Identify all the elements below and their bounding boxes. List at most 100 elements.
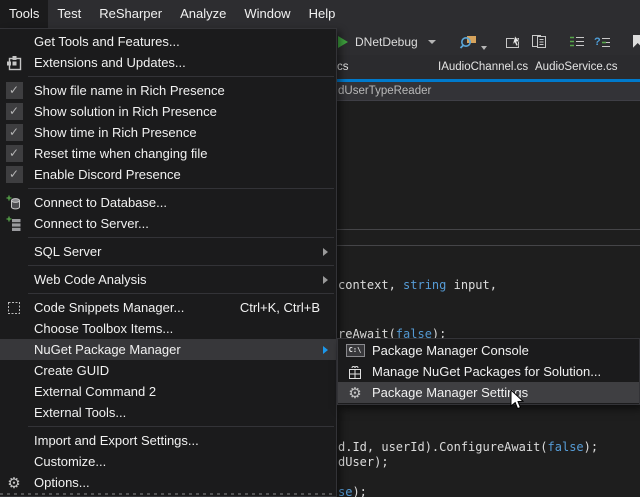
menubar-item-resharper[interactable]: ReSharper	[90, 0, 171, 28]
code-text: );	[584, 440, 598, 454]
tab-audioservice-cs[interactable]: AudioService.cs	[535, 55, 617, 79]
menu-separator	[28, 426, 334, 427]
code-text: );	[352, 485, 366, 497]
tab-iaudiochannel-cs[interactable]: IAudioChannel.cs	[438, 55, 528, 79]
menu-item-label: Show file name in Rich Presence	[28, 83, 336, 98]
menu-item-extensions-and-updates[interactable]: Extensions and Updates...	[0, 52, 336, 73]
menu-item-label: External Tools...	[28, 405, 336, 420]
menu-item-external-tools[interactable]: External Tools...	[0, 402, 336, 423]
mouse-cursor	[510, 390, 526, 412]
code-line: context, string input,	[338, 278, 497, 292]
menu-item-label: Get Tools and Features...	[28, 34, 336, 49]
submenu-item-manage-nuget-packages-for-solution[interactable]: Manage NuGet Packages for Solution...	[338, 361, 639, 382]
submenu-item-label: Manage NuGet Packages for Solution...	[372, 364, 601, 379]
toggle-bookmark-icon[interactable]	[633, 35, 640, 48]
run-icon[interactable]	[338, 36, 348, 48]
menu-bottom-edge	[0, 493, 334, 495]
menu-item-label: Show solution in Rich Presence	[28, 104, 336, 119]
menu-item-label: Show time in Rich Presence	[28, 125, 336, 140]
nuget-submenu: C:\Package Manager Console Manage NuGet P…	[337, 338, 640, 405]
menu-item-label: External Command 2	[28, 384, 336, 399]
code-divider	[337, 245, 640, 246]
visual-studio-window: ToolsTestReSharperAnalyzeWindowHelp DNet…	[0, 0, 640, 497]
menu-item-options[interactable]: ⚙Options...	[0, 472, 336, 493]
menubar: ToolsTestReSharperAnalyzeWindowHelp	[0, 0, 640, 28]
debug-target-select[interactable]: DNetDebug	[355, 35, 418, 49]
menu-icon-column	[0, 216, 28, 232]
submenu-icon-column: ⚙	[338, 385, 372, 401]
tab-cs[interactable]: cs	[337, 55, 349, 79]
menu-item-label: Choose Toolbox Items...	[28, 321, 336, 336]
menu-separator	[28, 76, 334, 77]
menu-item-code-snippets-manager[interactable]: Code Snippets Manager...Ctrl+K, Ctrl+B	[0, 297, 336, 318]
menu-item-sql-server[interactable]: SQL Server	[0, 241, 336, 262]
menu-icon-column: ✓	[0, 103, 28, 120]
connect-server-icon	[6, 216, 22, 232]
menubar-item-window[interactable]: Window	[235, 0, 299, 28]
menu-item-connect-to-database[interactable]: Connect to Database...	[0, 192, 336, 213]
code-keyword: false	[548, 440, 584, 454]
code-line: dUser);	[338, 455, 389, 469]
find-in-files-icon[interactable]	[459, 34, 477, 50]
code-keyword: se	[338, 485, 352, 497]
menu-item-label: Options...	[28, 475, 336, 490]
check-icon: ✓	[6, 124, 23, 141]
navigate-to-icon[interactable]	[505, 35, 523, 49]
code-text: dUser);	[338, 455, 389, 469]
menu-item-show-solution-in-rich-presence[interactable]: ✓Show solution in Rich Presence	[0, 101, 336, 122]
menu-separator	[28, 188, 334, 189]
menu-item-customize[interactable]: Customize...	[0, 451, 336, 472]
code-line: d.Id, userId).ConfigureAwait(false);	[338, 440, 598, 454]
gear-icon: ⚙	[348, 385, 361, 401]
menu-item-create-guid[interactable]: Create GUID	[0, 360, 336, 381]
menu-item-label: Web Code Analysis	[28, 272, 336, 287]
menu-icon-column	[0, 55, 28, 71]
snippets-icon	[6, 300, 22, 316]
submenu-arrow-icon	[323, 248, 328, 256]
svg-text:?: ?	[594, 36, 601, 48]
menu-item-enable-discord-presence[interactable]: ✓ Enable Discord Presence	[0, 164, 336, 185]
code-line: se);	[338, 485, 367, 497]
menubar-item-analyze[interactable]: Analyze	[171, 0, 235, 28]
check-icon: ✓	[6, 82, 23, 99]
submenu-item-package-manager-console[interactable]: C:\Package Manager Console	[338, 340, 639, 361]
submenu-item-label: Package Manager Console	[372, 343, 529, 358]
submenu-arrow-icon	[323, 276, 328, 284]
menu-item-get-tools-and-features[interactable]: Get Tools and Features...	[0, 31, 336, 52]
menu-item-show-file-name-in-rich-presence[interactable]: ✓ Show file name in Rich Presence	[0, 80, 336, 101]
menu-icon-column: ✓	[0, 145, 28, 162]
submenu-item-label: Package Manager Settings	[372, 385, 528, 400]
menu-item-web-code-analysis[interactable]: Web Code Analysis	[0, 269, 336, 290]
menu-item-reset-time-when-changing-file[interactable]: ✓ Reset time when changing file	[0, 143, 336, 164]
menu-item-label: Create GUID	[28, 363, 336, 378]
copy-code-icon[interactable]	[531, 34, 547, 49]
code-text: d.Id, userId).ConfigureAwait(	[338, 440, 548, 454]
breadcrumb[interactable]: dUserTypeReader	[338, 82, 431, 100]
nuget-manage-icon	[347, 364, 363, 380]
menubar-item-test[interactable]: Test	[48, 0, 90, 28]
connect-database-icon	[6, 195, 22, 211]
menu-item-choose-toolbox-items[interactable]: Choose Toolbox Items...	[0, 318, 336, 339]
menu-item-nuget-package-manager[interactable]: NuGet Package Manager	[0, 339, 336, 360]
submenu-icon-column: C:\	[338, 344, 372, 357]
check-icon: ✓	[6, 145, 23, 162]
check-icon: ✓	[6, 166, 23, 183]
menu-item-label: Import and Export Settings...	[28, 433, 336, 448]
menu-item-label: Enable Discord Presence	[28, 167, 336, 182]
menu-item-import-and-export-settings[interactable]: Import and Export Settings...	[0, 430, 336, 451]
menu-separator	[28, 265, 334, 266]
menu-item-external-command-2[interactable]: External Command 2	[0, 381, 336, 402]
submenu-item-package-manager-settings[interactable]: ⚙ Package Manager Settings	[338, 382, 639, 403]
cleanup-code-icon[interactable]: ?	[594, 35, 611, 49]
overflow-caret-icon[interactable]	[481, 46, 487, 50]
menu-icon-column	[0, 300, 28, 316]
menu-item-connect-to-server[interactable]: Connect to Server...	[0, 213, 336, 234]
menu-item-label: Reset time when changing file	[28, 146, 336, 161]
menu-item-label: Extensions and Updates...	[28, 55, 336, 70]
menubar-item-help[interactable]: Help	[300, 0, 345, 28]
menubar-item-tools[interactable]: Tools	[0, 0, 48, 28]
indent-lines-icon[interactable]	[569, 35, 586, 49]
menu-item-show-time-in-rich-presence[interactable]: ✓ Show time in Rich Presence	[0, 122, 336, 143]
menu-icon-column: ✓	[0, 82, 28, 99]
chevron-down-icon[interactable]	[428, 40, 436, 44]
